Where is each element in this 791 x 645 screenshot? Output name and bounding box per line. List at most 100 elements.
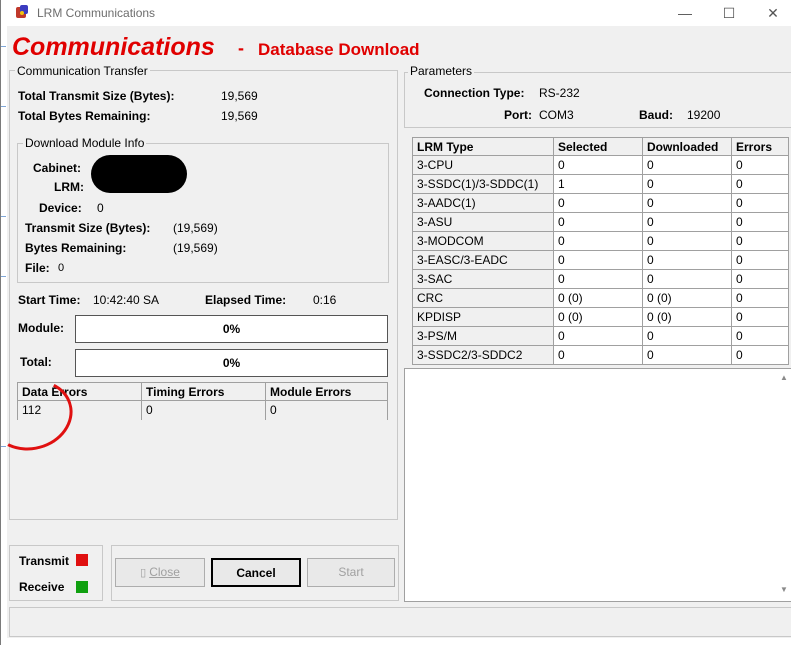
lrm-type-cell: 3-EASC/3-EADC — [412, 250, 554, 270]
cancel-button[interactable]: Cancel — [211, 558, 301, 587]
errors-cell: 0 — [731, 307, 789, 327]
downloaded-cell: 0 — [642, 174, 732, 194]
lrm-table-row[interactable]: 3-ASU 0 0 0 — [412, 212, 789, 232]
scroll-down-icon[interactable]: ▼ — [778, 585, 790, 597]
lrm-label: LRM: — [54, 180, 84, 194]
selected-cell: 0 — [553, 250, 643, 270]
downloaded-cell: 0 — [642, 269, 732, 289]
lrm-table-row[interactable]: 3-CPU 0 0 0 — [412, 155, 789, 175]
parameters-label: Parameters — [408, 64, 475, 78]
background-window-edge — [1, 26, 7, 638]
errors-header[interactable]: Errors — [731, 137, 789, 156]
total-remaining-label: Total Bytes Remaining: — [18, 109, 151, 123]
lrm-table-row[interactable]: KPDISP 0 (0) 0 (0) 0 — [412, 307, 789, 327]
total-progress-bar: 0% — [75, 349, 388, 377]
lrm-type-cell: 3-ASU — [412, 212, 554, 232]
lrm-type-header[interactable]: LRM Type — [412, 137, 554, 156]
minimize-button[interactable]: — — [663, 0, 707, 26]
errors-cell: 0 — [731, 155, 789, 175]
lrm-table-row[interactable]: 3-SAC 0 0 0 — [412, 269, 789, 289]
lrm-table-row[interactable]: CRC 0 (0) 0 (0) 0 — [412, 288, 789, 308]
errors-cell: 0 — [731, 250, 789, 270]
file-value: 0 — [58, 262, 65, 274]
errors-value-row: 112 0 0 — [17, 400, 388, 420]
lrm-type-cell: KPDISP — [412, 307, 554, 327]
errors-cell: 0 — [731, 326, 789, 346]
selected-cell: 0 — [553, 193, 643, 213]
selected-cell: 0 — [553, 155, 643, 175]
receive-indicator — [76, 581, 88, 593]
taskbar-strip — [1, 638, 791, 645]
baud-label: Baud: — [639, 108, 673, 122]
lrm-type-cell: 3-SSDC(1)/3-SDDC(1) — [412, 174, 554, 194]
lrm-table-row[interactable]: 3-EASC/3-EADC 0 0 0 — [412, 250, 789, 270]
lrm-type-cell: 3-MODCOM — [412, 231, 554, 251]
scroll-up-icon[interactable]: ▲ — [778, 373, 790, 385]
transmit-label: Transmit — [19, 554, 70, 568]
file-label: File: — [25, 261, 50, 275]
lrm-table-row[interactable]: 3-AADC(1) 0 0 0 — [412, 193, 789, 213]
log-list-pane[interactable]: ▲ ▼ — [404, 368, 791, 602]
module-errors-header: Module Errors — [265, 382, 388, 401]
connection-type-value: RS-232 — [539, 86, 580, 100]
close-button-label: Close — [149, 565, 180, 579]
lrm-table-row[interactable]: 3-SSDC2/3-SDDC2 0 0 0 — [412, 345, 789, 365]
start-time-value: 10:42:40 SA — [93, 293, 160, 307]
close-doc-icon: ▯ — [140, 567, 147, 579]
lrm-table-header: LRM Type Selected Downloaded Errors — [412, 137, 789, 156]
errors-header-row: Data Errors Timing Errors Module Errors — [17, 382, 388, 401]
title-bar: LRM Communications — ☐ ✕ — [1, 0, 791, 26]
selected-header[interactable]: Selected — [553, 137, 643, 156]
module-errors-value: 0 — [265, 400, 388, 420]
lrm-table-row[interactable]: 3-PS/M 0 0 0 — [412, 326, 789, 346]
downloaded-header[interactable]: Downloaded — [642, 137, 732, 156]
app-icon — [16, 5, 28, 18]
total-transmit-label: Total Transmit Size (Bytes): — [18, 89, 175, 103]
edge-mark — [1, 276, 6, 277]
module-progress-bar: 0% — [75, 315, 388, 343]
selected-cell: 0 — [553, 345, 643, 365]
communication-transfer-label: Communication Transfer — [15, 64, 150, 78]
title-separator: - — [238, 38, 244, 58]
errors-cell: 0 — [731, 193, 789, 213]
start-button[interactable]: Start — [307, 558, 395, 587]
lrm-type-cell: CRC — [412, 288, 554, 308]
bytes-remaining-label: Bytes Remaining: — [25, 241, 127, 255]
downloaded-cell: 0 — [642, 345, 732, 365]
bytes-remaining-value: (19,569) — [173, 241, 218, 255]
lrm-table-row[interactable]: 3-MODCOM 0 0 0 — [412, 231, 789, 251]
elapsed-time-value: 0:16 — [313, 293, 337, 307]
lrm-table-row[interactable]: 3-SSDC(1)/3-SDDC(1) 1 0 0 — [412, 174, 789, 194]
selected-cell: 1 — [553, 174, 643, 194]
close-window-button[interactable]: ✕ — [751, 0, 791, 26]
downloaded-cell: 0 — [642, 155, 732, 175]
timing-errors-value: 0 — [141, 400, 266, 420]
total-transmit-value: 19,569 — [221, 89, 258, 103]
device-label: Device: — [39, 201, 82, 215]
start-time-label: Start Time: — [18, 293, 81, 307]
errors-cell: 0 — [731, 288, 789, 308]
device-value: 0 — [97, 201, 104, 215]
window-title: LRM Communications — [37, 6, 156, 20]
lrm-type-cell: 3-SAC — [412, 269, 554, 289]
port-label: Port: — [504, 108, 532, 122]
timing-errors-header: Timing Errors — [141, 382, 266, 401]
downloaded-cell: 0 — [642, 193, 732, 213]
errors-cell: 0 — [731, 345, 789, 365]
edge-mark — [1, 106, 6, 107]
transmit-indicator — [76, 554, 88, 566]
edge-mark — [1, 46, 6, 47]
page-title: Communications — [12, 33, 215, 61]
parameters-group — [404, 72, 791, 128]
selected-cell: 0 — [553, 231, 643, 251]
maximize-button[interactable]: ☐ — [707, 0, 751, 26]
close-button[interactable]: ▯ Close — [115, 558, 205, 587]
downloaded-cell: 0 (0) — [642, 288, 732, 308]
lrm-type-cell: 3-CPU — [412, 155, 554, 175]
lrm-type-cell: 3-SSDC2/3-SDDC2 — [412, 345, 554, 365]
lrm-communications-window: LRM Communications — ☐ ✕ Communications … — [0, 0, 791, 645]
module-progress-text: 0% — [222, 322, 241, 336]
errors-cell: 0 — [731, 212, 789, 232]
selected-cell: 0 (0) — [553, 288, 643, 308]
selected-cell: 0 — [553, 326, 643, 346]
